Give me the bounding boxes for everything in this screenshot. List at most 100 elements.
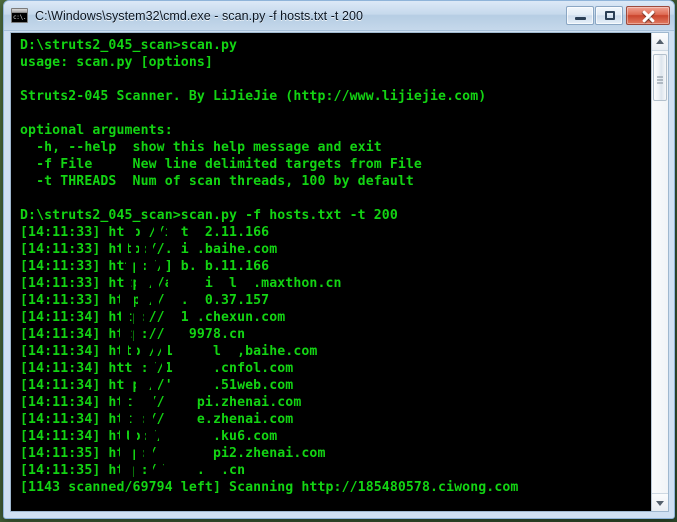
- window-client-area: D:\struts2_045_scan>scan.py usage: scan.p…: [10, 32, 669, 512]
- redaction-block: [136, 276, 146, 291]
- redaction-block: [144, 412, 153, 427]
- scrollbar-thumb[interactable]: [653, 54, 667, 101]
- redaction-block: [156, 446, 166, 461]
- redaction-block: [140, 225, 149, 240]
- console-line: [14:11:33] http:// . 0.37.157: [20, 293, 270, 308]
- redaction-block: [149, 361, 155, 376]
- redaction-block: [120, 327, 131, 342]
- redaction-block: [168, 276, 175, 291]
- console-line: [14:11:34] http://1 .cnfol.com: [20, 361, 294, 376]
- console-line: -h, --help show this help message and ex…: [20, 140, 382, 155]
- minimize-icon: [575, 17, 586, 20]
- redaction-block: [160, 259, 164, 274]
- redaction-block: [120, 463, 132, 478]
- redaction-block: [151, 378, 158, 393]
- redaction-block: [120, 293, 134, 308]
- redaction-block: [195, 276, 201, 291]
- console-line: [14:11:33] http://. i .baihe.com: [20, 242, 278, 257]
- redaction-block: [120, 344, 128, 359]
- console-line: usage: scan.py [options]: [20, 55, 213, 70]
- redaction-block: [149, 395, 154, 410]
- redaction-block: [124, 378, 133, 393]
- console-line: [14:11:35] http:// . .cn: [20, 463, 246, 478]
- redaction-block: [149, 259, 155, 274]
- console-line: [14:11:34] http:// .ku6.com: [20, 429, 278, 444]
- redaction-block: [139, 242, 145, 257]
- redaction-block: [153, 344, 157, 359]
- redaction-block: [162, 361, 167, 376]
- console-line: optional arguments:: [20, 123, 173, 138]
- redaction-block: [120, 395, 129, 410]
- console-output[interactable]: D:\struts2_045_scan>scan.py usage: scan.p…: [11, 33, 651, 511]
- window-controls: [566, 6, 670, 25]
- redaction-block: [135, 259, 144, 274]
- redaction-block: [136, 378, 146, 393]
- redaction-block: [165, 293, 171, 308]
- console-line: [14:11:34] http://1 l ,baihe.com: [20, 344, 318, 359]
- console-line: [14:11:34] http:// 1 .chexun.com: [20, 310, 286, 325]
- redaction-block: [133, 412, 141, 427]
- redaction-block: [120, 412, 130, 427]
- redaction-block: [131, 344, 137, 359]
- console-line: [14:11:34] http:// pi.zhenai.com: [20, 395, 302, 410]
- redaction-block: [121, 242, 128, 257]
- vertical-scrollbar[interactable]: [651, 33, 668, 511]
- redaction-block: [134, 310, 141, 325]
- console-line: [14:11:33] http://i t 2.11.166: [20, 225, 270, 240]
- redaction-block: [161, 344, 168, 359]
- window-titlebar[interactable]: C:\Windows\system32\cmd.exe - scan.py -f…: [4, 1, 674, 31]
- console-line: [14:11:34] http:// e.zhenai.com: [20, 412, 294, 427]
- redaction-block: [148, 463, 153, 478]
- redaction-block: [124, 225, 136, 240]
- redaction-block: [148, 429, 155, 444]
- close-button[interactable]: [626, 6, 670, 25]
- redaction-block: [149, 242, 153, 257]
- redaction-block: [157, 463, 163, 478]
- redaction-block: [151, 293, 159, 308]
- redaction-block: [173, 344, 178, 359]
- window-title: C:\Windows\system32\cmd.exe - scan.py -f…: [35, 8, 363, 23]
- scroll-up-button[interactable]: [652, 33, 668, 51]
- redaction-block: [151, 276, 159, 291]
- redaction-block: [120, 446, 133, 461]
- redaction-block: [126, 259, 132, 274]
- console-line: [14:11:33] http://a d i l .maxthon.cn: [20, 276, 342, 291]
- redaction-block: [167, 225, 173, 240]
- redaction-block: [181, 276, 189, 291]
- redaction-block: [133, 361, 143, 376]
- redaction-block: [131, 242, 136, 257]
- console-line: D:\struts2_045_scan>scan.py: [20, 38, 238, 53]
- redaction-block: [129, 429, 137, 444]
- console-line: D:\struts2_045_scan>scan.py -f hosts.txt…: [20, 208, 398, 223]
- redaction-block: [135, 446, 141, 461]
- scroll-down-arrow-icon: [656, 500, 664, 506]
- close-icon: [641, 9, 655, 23]
- redaction-block: [140, 429, 145, 444]
- console-line: [1143 scanned/69794 left] Scanning http:…: [20, 480, 519, 495]
- redaction-block: [132, 395, 146, 410]
- console-line: -f File New line delimited targets from …: [20, 157, 422, 172]
- maximize-icon: [605, 11, 615, 20]
- scroll-up-arrow-icon: [656, 38, 664, 44]
- cmd-window: C:\Windows\system32\cmd.exe - scan.py -f…: [3, 0, 675, 519]
- redaction-block: [144, 310, 149, 325]
- minimize-button[interactable]: [566, 6, 594, 25]
- redaction-block: [120, 429, 127, 444]
- redaction-block: [144, 446, 153, 461]
- console-line: Struts2-045 Scanner. By LiJieJie (http:/…: [20, 89, 487, 104]
- redaction-block: [121, 310, 130, 325]
- maximize-button[interactable]: [595, 6, 623, 25]
- scrollbar-track[interactable]: [652, 51, 668, 493]
- redaction-block: [140, 344, 149, 359]
- console-line: [14:11:34] http:// 9978.cn: [20, 327, 246, 342]
- console-line: [14:11:35] http:// pi2.zhenai.com: [20, 446, 326, 461]
- redaction-block: [138, 293, 147, 308]
- cmd-console-icon: [11, 8, 28, 23]
- redaction-block: [134, 327, 140, 342]
- redaction-block: [134, 463, 141, 478]
- scroll-down-button[interactable]: [652, 493, 668, 511]
- redaction-block: [159, 429, 164, 444]
